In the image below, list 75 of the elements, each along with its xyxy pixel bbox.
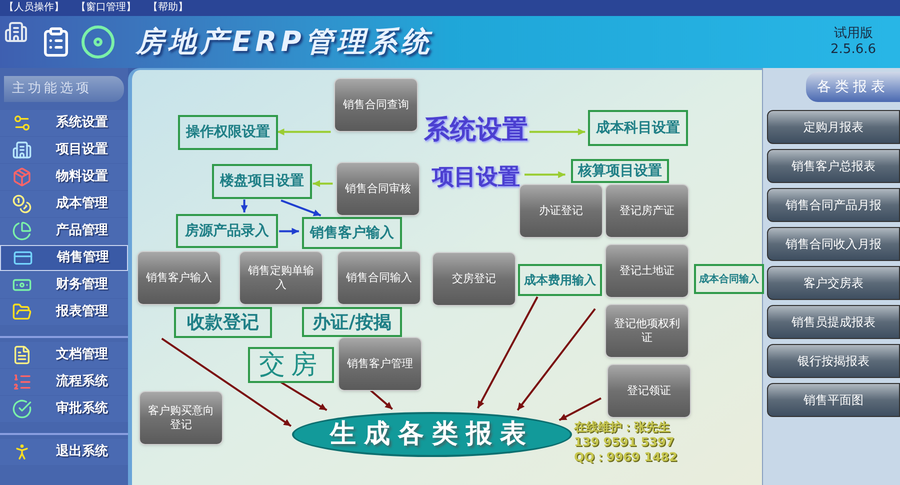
flow-arrow bbox=[277, 128, 331, 136]
flow-arrow bbox=[279, 228, 299, 235]
flow-arrow bbox=[280, 200, 322, 216]
action-button[interactable]: 办证登记 bbox=[519, 184, 603, 238]
folder-icon bbox=[12, 302, 32, 322]
sidebar-item[interactable]: 报表管理 bbox=[0, 299, 128, 325]
coins-icon bbox=[12, 194, 32, 214]
diagram-node: 销售客户输入 bbox=[302, 217, 402, 249]
diagram-node: 房源产品录入 bbox=[176, 214, 278, 248]
diagram-node: 成本费用输入 bbox=[518, 264, 602, 296]
diagram-node: 成本科目设置 bbox=[588, 110, 688, 146]
action-button[interactable]: 登记房产证 bbox=[605, 184, 689, 238]
sidebar-title: 主功能选项 bbox=[4, 76, 124, 102]
report-button[interactable]: 银行按揭报表 bbox=[767, 344, 900, 378]
sidebar-item[interactable]: 财务管理 bbox=[0, 272, 128, 298]
flow-arrow bbox=[370, 390, 393, 410]
report-button[interactable]: 客户交房表 bbox=[767, 266, 900, 300]
action-button[interactable]: 登记他项权利证 bbox=[605, 304, 689, 358]
reports-title: 各类报表 bbox=[806, 72, 900, 102]
flow-arrow bbox=[529, 128, 586, 136]
action-button[interactable]: 登记土地证 bbox=[605, 244, 689, 298]
menu-item[interactable]: 【帮助】 bbox=[148, 3, 188, 13]
diagram-node: 楼盘项目设置 bbox=[212, 164, 312, 199]
sidebar-item[interactable]: 物料设置 bbox=[0, 164, 128, 190]
action-button[interactable]: 销售定购单输入 bbox=[239, 251, 323, 305]
diagram-node: 成本合同输入 bbox=[694, 264, 764, 294]
diagram-node: 办证/按揭 bbox=[302, 307, 402, 337]
report-button[interactable]: 定购月报表 bbox=[767, 110, 900, 144]
sidebar-item[interactable]: 退出系统 bbox=[0, 439, 128, 465]
sidebar-item[interactable]: 销售管理 bbox=[0, 245, 128, 271]
document-icon bbox=[12, 345, 32, 365]
sidebar-item[interactable]: 成本管理 bbox=[0, 191, 128, 217]
package-icon bbox=[12, 167, 32, 187]
diagram-node: 核算项目设置 bbox=[571, 159, 669, 183]
sidebar-item[interactable]: 系统设置 bbox=[0, 110, 128, 136]
diagram-node: 操作权限设置 bbox=[178, 115, 278, 150]
menu-item[interactable]: 【窗口管理】 bbox=[76, 3, 136, 13]
menu-item[interactable]: 【人员操作】 bbox=[4, 3, 64, 13]
action-button[interactable]: 登记领证 bbox=[607, 364, 691, 418]
action-button[interactable]: 销售合同查询 bbox=[334, 78, 418, 132]
sidebar-item[interactable]: 项目设置 bbox=[0, 137, 128, 163]
sidebar-item[interactable]: 产品管理 bbox=[0, 218, 128, 244]
version-label: 2.5.6.6 bbox=[830, 42, 876, 58]
edition-label: 试用版 bbox=[834, 26, 873, 42]
list-icon bbox=[12, 372, 32, 392]
action-button[interactable]: 交房登记 bbox=[432, 252, 516, 306]
pie-chart-icon bbox=[12, 221, 32, 241]
action-button[interactable]: 销售客户管理 bbox=[338, 337, 422, 391]
report-button[interactable]: 销售合同产品月报 bbox=[767, 188, 900, 222]
action-button[interactable]: 销售客户输入 bbox=[137, 251, 221, 305]
buildings-icon bbox=[12, 140, 32, 160]
diagram-heading: 项目设置 bbox=[430, 164, 521, 192]
diagram-node: 交房 bbox=[248, 347, 334, 383]
disc-icon bbox=[80, 24, 116, 60]
sidebar-item[interactable]: 审批系统 bbox=[0, 396, 128, 422]
report-button[interactable]: 销售员提成报表 bbox=[767, 305, 900, 339]
action-button[interactable]: 销售合同审核 bbox=[336, 162, 420, 216]
flow-arrow bbox=[524, 171, 566, 178]
contact-info: 在线维护：张先生 139 9591 5397 QQ：9969 1482 bbox=[574, 420, 678, 465]
diagram-node: 收款登记 bbox=[174, 307, 272, 338]
sidebar-item[interactable]: 文档管理 bbox=[0, 342, 128, 368]
report-button[interactable]: 销售客户总报表 bbox=[767, 149, 900, 183]
flow-arrow bbox=[240, 200, 248, 212]
diagram-heading: 系统设置 bbox=[422, 114, 529, 146]
buildings-icon bbox=[4, 20, 28, 44]
report-ellipse: 生成各类报表 bbox=[292, 412, 572, 457]
settings-icon bbox=[12, 113, 32, 133]
sidebar-item[interactable]: 流程系统 bbox=[0, 369, 128, 395]
report-button[interactable]: 销售平面图 bbox=[767, 383, 900, 417]
app-title: 房地产ERP管理系统 bbox=[136, 24, 434, 60]
check-icon bbox=[12, 399, 32, 419]
action-button[interactable]: 客户购买意向登记 bbox=[139, 391, 223, 445]
report-button[interactable]: 销售合同收入月报 bbox=[767, 227, 900, 261]
flow-arrow bbox=[312, 180, 333, 188]
action-button[interactable]: 销售合同输入 bbox=[337, 251, 421, 305]
